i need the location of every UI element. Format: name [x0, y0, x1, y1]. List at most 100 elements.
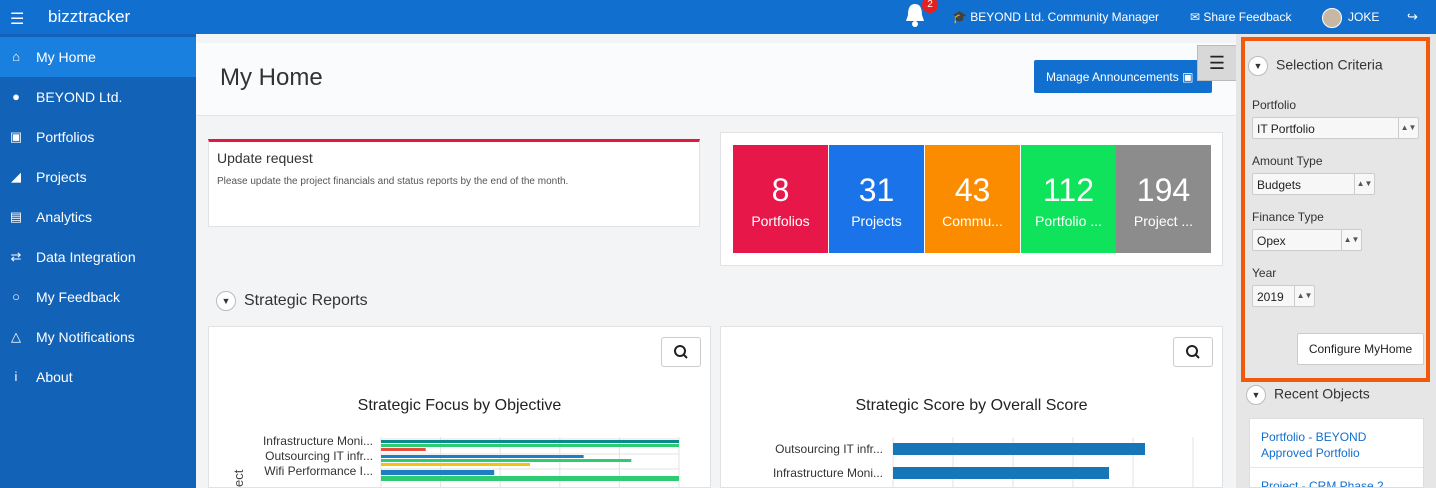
calendar-icon: ▣ — [1182, 70, 1194, 84]
bar[interactable] — [381, 476, 679, 481]
sidebar-item-analytics[interactable]: ▤ Analytics — [0, 197, 196, 237]
logout-icon[interactable]: ↪ — [1407, 9, 1418, 25]
caret-down-icon[interactable]: ▼ — [216, 291, 236, 311]
sidebar-item-my-feedback[interactable]: ○ My Feedback — [0, 277, 196, 317]
finance-type-select[interactable]: Opex ▲▼ — [1252, 229, 1362, 251]
briefcase-icon: ▣ — [9, 129, 23, 144]
avatar — [1322, 8, 1342, 28]
recent-title: Recent Objects — [1274, 385, 1370, 402]
recent-item[interactable]: Project - CRM Phase 2 — [1250, 468, 1423, 487]
community-manager-link[interactable]: 🎓 BEYOND Ltd. Community Manager — [952, 10, 1159, 24]
selection-criteria-header[interactable]: ▼ Selection Criteria — [1248, 56, 1383, 76]
tile-value: 8 — [771, 172, 790, 208]
area-chart-icon: ◢ — [11, 169, 21, 184]
bar[interactable] — [381, 470, 495, 475]
sidebar-item-about[interactable]: i About — [0, 357, 196, 397]
sidebar-item-label: Analytics — [36, 209, 93, 225]
recent-objects-header[interactable]: ▼ Recent Objects — [1246, 385, 1370, 405]
select-arrows-icon: ▲▼ — [1354, 174, 1374, 194]
users-icon: ● — [12, 89, 20, 104]
recent-item[interactable]: Portfolio - BEYOND Approved Portfolio — [1250, 419, 1423, 468]
sidebar-item-my-home[interactable]: ⌂ My Home — [0, 37, 196, 77]
sidebar: ⌂ My Home ● BEYOND Ltd. ▣ Portfolios ◢ P… — [0, 34, 196, 488]
chart-card-score: Strategic Score by Overall Score Outsour… — [720, 326, 1223, 488]
configure-myhome-button[interactable]: Configure MyHome — [1297, 333, 1424, 365]
amount-type-select[interactable]: Budgets ▲▼ — [1252, 173, 1375, 195]
manage-announcements-button[interactable]: Manage Announcements ▣ — [1034, 60, 1212, 93]
announcement-title: Update request — [217, 150, 313, 166]
sidebar-item-portfolios[interactable]: ▣ Portfolios — [0, 117, 196, 157]
finance-type-value: Opex — [1257, 234, 1286, 248]
sidebar-item-projects[interactable]: ◢ Projects — [0, 157, 196, 197]
sidebar-item-data-integration[interactable]: ⇄ Data Integration — [0, 237, 196, 277]
sidebar-item-my-notifications[interactable]: △ My Notifications — [0, 317, 196, 357]
tile-label: Project ... — [1133, 213, 1194, 229]
exchange-icon: ⇄ — [10, 249, 22, 264]
bell-icon: △ — [11, 329, 21, 344]
portfolio-select[interactable]: IT Portfolio ▲▼ — [1252, 117, 1419, 139]
page-header: My Home Manage Announcements ▣ — [196, 43, 1236, 116]
category-label: Outsourcing IT infr... — [775, 442, 883, 456]
amount-type-value: Budgets — [1257, 178, 1302, 192]
tile-label: Projects — [851, 213, 902, 229]
tile-label: Commu... — [942, 213, 1003, 229]
tile-value: 112 — [1042, 172, 1094, 208]
panel-toggle-button[interactable]: ☰ — [1197, 45, 1237, 81]
share-feedback-label: Share Feedback — [1203, 10, 1292, 24]
chart-card-focus: Strategic Focus by Objective ect Infrastr… — [208, 326, 711, 488]
bar[interactable] — [893, 467, 1109, 479]
share-feedback-link[interactable]: ✉ Share Feedback — [1190, 10, 1291, 24]
top-bar: ☰ bizztracker 2 🎓 BEYOND Ltd. Community … — [0, 0, 1436, 34]
home-icon: ⌂ — [12, 49, 20, 64]
user-menu[interactable]: JOKE — [1322, 8, 1379, 28]
category-label: Infrastructure Moni... — [263, 434, 373, 448]
select-arrows-icon: ▲▼ — [1398, 118, 1418, 138]
y-axis-label: ect — [231, 469, 246, 487]
manage-announcements-label: Manage Announcements — [1046, 70, 1179, 84]
finance-type-label: Finance Type — [1252, 210, 1324, 224]
brand-logo[interactable]: bizztracker — [48, 7, 130, 27]
sidebar-item-label: Portfolios — [36, 129, 95, 145]
hamburger-menu-icon[interactable]: ☰ — [10, 9, 24, 29]
year-select[interactable]: 2019 ▲▼ — [1252, 285, 1315, 307]
bar[interactable] — [381, 459, 632, 462]
tile-portfolios[interactable]: 8 Portfolios — [733, 145, 828, 253]
tile-value: 194 — [1136, 172, 1191, 208]
tile-value: 43 — [954, 172, 991, 208]
bar[interactable] — [381, 444, 679, 447]
strategic-reports-header[interactable]: ▼ Strategic Reports — [216, 291, 368, 311]
tile-communities[interactable]: 43 Commu... — [925, 145, 1020, 253]
select-arrows-icon: ▲▼ — [1341, 230, 1361, 250]
portfolio-label: Portfolio — [1252, 98, 1297, 112]
sidebar-item-label: About — [36, 369, 73, 385]
selection-title: Selection Criteria — [1276, 56, 1383, 73]
portfolio-value: IT Portfolio — [1257, 122, 1315, 136]
amount-type-label: Amount Type — [1252, 154, 1323, 168]
bar[interactable] — [381, 463, 530, 466]
caret-down-icon[interactable]: ▼ — [1246, 385, 1266, 405]
announcement-text: Please update the project financials and… — [217, 176, 569, 187]
bar[interactable] — [381, 440, 679, 443]
envelope-icon: ✉ — [1190, 10, 1201, 24]
sidebar-item-label: My Feedback — [36, 289, 121, 305]
year-label: Year — [1252, 266, 1277, 280]
focus-chart: ect Infrastructure Moni...Outsourcing IT … — [231, 434, 680, 487]
graduation-cap-icon: 🎓 — [952, 10, 967, 24]
tile-label: Portfolios — [751, 213, 810, 229]
tile-value: 31 — [858, 172, 895, 208]
bar[interactable] — [893, 443, 1145, 455]
sidebar-item-label: Projects — [36, 169, 87, 185]
bar[interactable] — [381, 455, 584, 458]
tile-project-items[interactable]: 194 Project ... — [1116, 145, 1211, 253]
summary-tiles-card: 8 Portfolios 31 Projects 43 Commu... 112… — [720, 132, 1223, 266]
caret-down-icon[interactable]: ▼ — [1248, 56, 1268, 76]
sidebar-item-beyond[interactable]: ● BEYOND Ltd. — [0, 77, 196, 117]
tile-portfolio-items[interactable]: 112 Portfolio ... — [1021, 145, 1116, 253]
year-value: 2019 — [1257, 290, 1284, 304]
sidebar-item-label: My Home — [36, 49, 96, 65]
section-title: Strategic Reports — [244, 292, 368, 310]
bar[interactable] — [381, 448, 426, 451]
sidebar-item-label: Data Integration — [36, 249, 136, 265]
category-label: Outsourcing IT infr... — [265, 449, 373, 463]
tile-projects[interactable]: 31 Projects — [829, 145, 924, 253]
